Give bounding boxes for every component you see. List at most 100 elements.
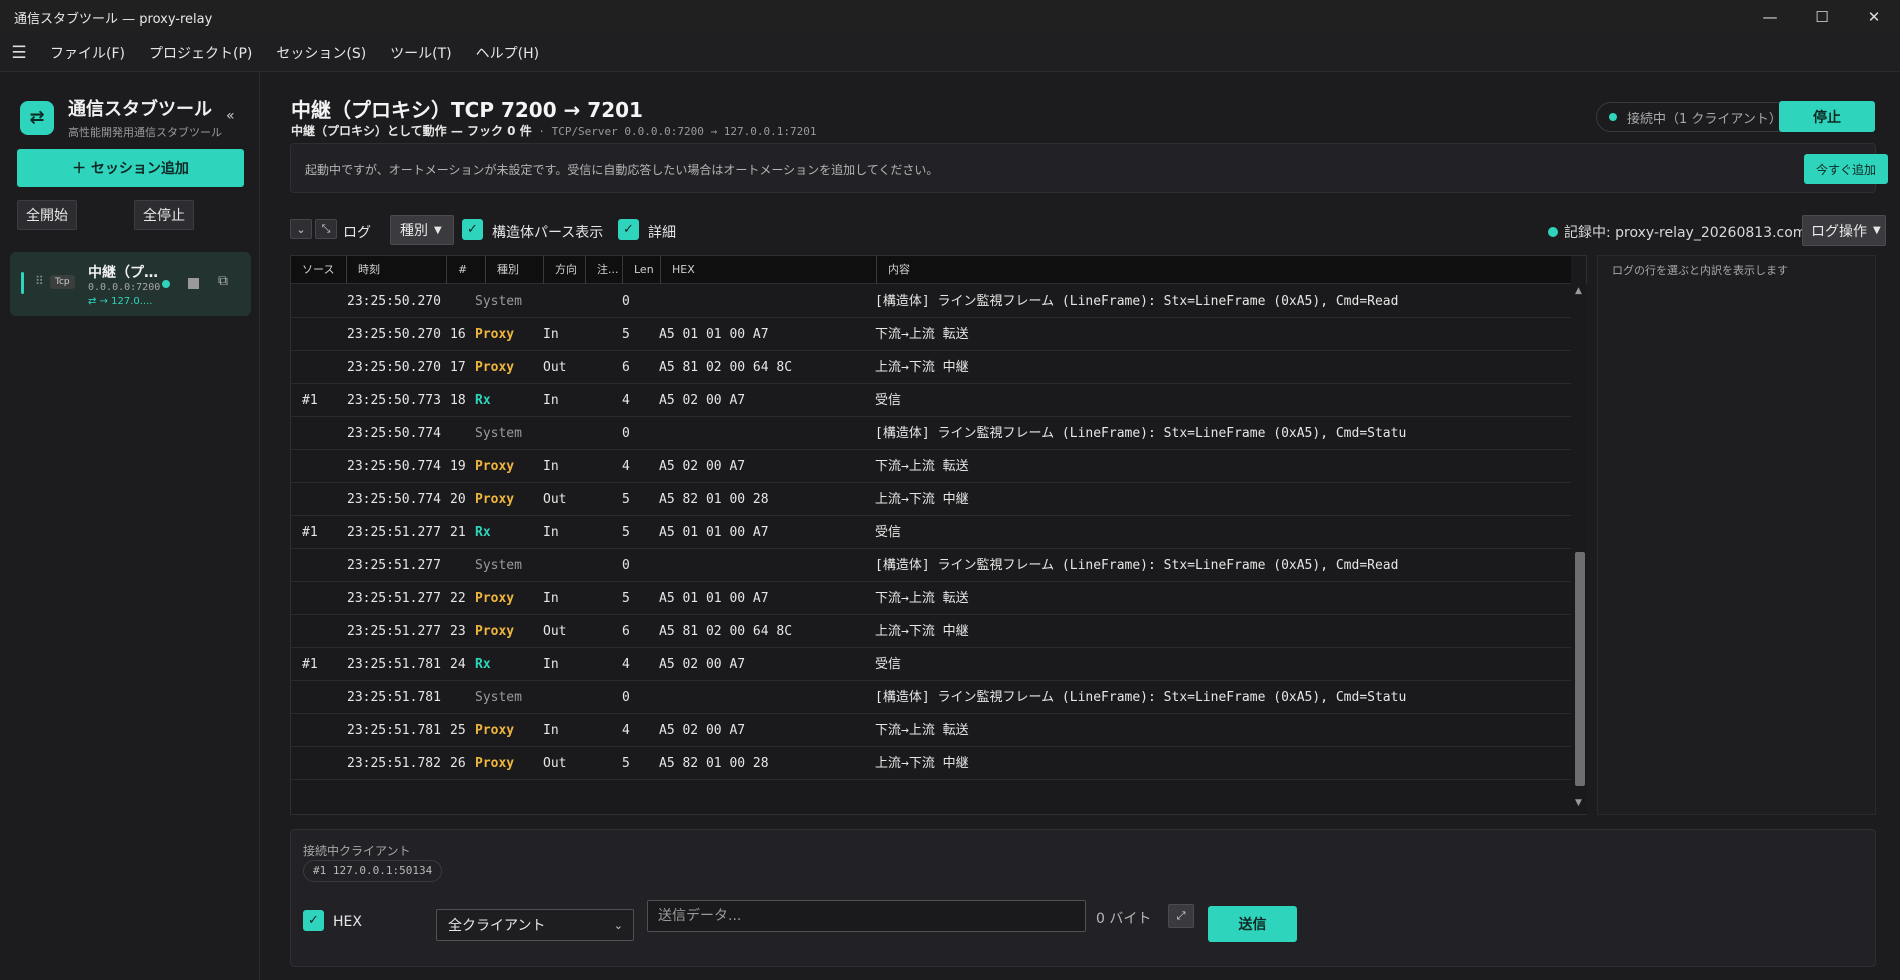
detail-label: 詳細 [648,225,676,241]
cell-direction: Out [543,624,567,639]
cell-content: [構造体] ライン監視フレーム (LineFrame): Stx=LineFra… [875,426,1407,441]
cell-kind: System [475,558,522,573]
table-row[interactable]: #1 23:25:51.277 21 Rx In 5 A5 01 01 00 A7 受信 [291,516,1571,549]
col-number[interactable]: # [447,256,486,284]
cell-source [302,549,342,582]
cell-time: 23:25:50.774 [347,426,441,441]
cell-note [587,351,621,384]
duplicate-icon[interactable]: ⧉ [218,273,228,289]
cell-hex: A5 02 00 A7 [659,393,746,408]
cell-note [587,417,621,450]
table-row[interactable]: #1 23:25:51.781 24 Rx In 4 A5 02 00 A7 受信 [291,648,1571,681]
cell-time: 23:25:51.782 [347,756,441,771]
table-row[interactable]: 23:25:51.781 System 0 [構造体] ライン監視フレーム (Line… [291,681,1571,714]
menu-tools[interactable]: ツール(T) [378,43,463,63]
detail-panel: ログの行を選ぶと内訳を表示します [1597,255,1876,815]
col-hex[interactable]: HEX [661,256,877,284]
table-row[interactable]: 23:25:50.270 System 0 [構造体] ライン監視フレーム (Line… [291,285,1571,318]
kind-filter-dropdown[interactable]: 種別 ▼ [390,215,454,245]
table-row[interactable]: 23:25:51.277 22 Proxy In 5 A5 01 01 00 A7 下流→上… [291,582,1571,615]
menu-session[interactable]: セッション(S) [264,43,378,63]
add-automation-button[interactable]: 今すぐ追加 [1804,154,1888,184]
maximize-icon[interactable]: ☐ [1796,0,1848,34]
table-row[interactable]: 23:25:51.782 26 Proxy Out 5 A5 82 01 00 28 上流→… [291,747,1571,780]
table-row[interactable]: #1 23:25:50.773 18 Rx In 4 A5 02 00 A7 受信 [291,384,1571,417]
send-button[interactable]: 送信 [1208,906,1297,942]
table-row[interactable]: 23:25:51.277 System 0 [構造体] ライン監視フレーム (Line… [291,549,1571,582]
client-chip[interactable]: #1 127.0.0.1:50134 [303,860,443,882]
col-kind[interactable]: 種別 [486,256,544,284]
send-data-input[interactable] [647,900,1086,932]
cell-time: 23:25:50.774 [347,459,441,474]
cell-direction: Out [543,360,567,375]
cell-len: 0 [622,294,630,309]
hamburger-icon[interactable]: ☰ [0,43,38,63]
log-scrollbar[interactable]: ▲ ▼ [1572,284,1587,814]
clients-label: 接続中クライアント [303,844,411,858]
status-dot [1609,113,1617,121]
cell-content: 下流→上流 転送 [875,723,969,738]
close-icon[interactable]: ✕ [1848,0,1900,34]
drag-handle-icon[interactable]: ⠿ [35,274,44,288]
menu-file[interactable]: ファイル(F) [38,43,137,63]
session-name: 中継（プ… [88,265,158,281]
add-session-button[interactable]: ＋ セッション追加 [17,149,244,187]
collapse-sidebar-icon[interactable]: « [226,108,235,124]
table-row[interactable]: 23:25:51.781 25 Proxy In 4 A5 02 00 A7 下流→上流 転… [291,714,1571,747]
cell-time: 23:25:51.277 [347,525,441,540]
sidebar: ⇄ 通信スタブツール 高性能開発用通信スタブツール « ＋ セッション追加 全開… [0,72,260,980]
table-row[interactable]: 23:25:51.277 23 Proxy Out 6 A5 81 02 00 64 8C… [291,615,1571,648]
cell-direction [543,417,585,450]
menu-project[interactable]: プロジェクト(P) [137,43,264,63]
stop-square-icon[interactable] [188,278,199,289]
cell-note [587,681,621,714]
table-row[interactable]: 23:25:50.270 17 Proxy Out 6 A5 81 02 00 64 8C… [291,351,1571,384]
hex-checkbox[interactable]: ✓ [303,910,324,931]
cell-note [587,582,621,615]
log-ops-dropdown[interactable]: ログ操作 ▼ [1802,215,1886,246]
detail-checkbox[interactable]: ✓ [618,219,639,240]
scroll-up-icon[interactable]: ▲ [1575,286,1582,296]
menu-help[interactable]: ヘルプ(H) [464,43,551,63]
cell-direction: In [543,657,559,672]
session-item[interactable]: ⠿ Tcp 中継（プ… 0.0.0.0:7200 ⇄ → 127.0.... ⧉ [10,252,251,316]
cell-note [587,450,621,483]
collapse-arrows-icon[interactable]: ⤡ [315,219,337,239]
chevron-down-icon[interactable]: ⌄ [290,219,312,239]
cell-note [587,483,621,516]
col-source[interactable]: ソース [291,256,347,284]
cell-time: 23:25:51.781 [347,723,441,738]
minimize-icon[interactable]: — [1744,0,1796,34]
cell-source [302,681,342,714]
struct-parse-checkbox[interactable]: ✓ [462,219,483,240]
cell-direction [543,549,585,582]
col-direction[interactable]: 方向 [544,256,586,284]
table-row[interactable]: 23:25:50.774 20 Proxy Out 5 A5 82 01 00 28 上流→… [291,483,1571,516]
col-time[interactable]: 時刻 [347,256,447,284]
cell-note [587,285,621,318]
target-client-select[interactable]: 全クライアント ⌄ [436,909,634,941]
cell-kind: System [475,690,522,705]
table-row[interactable]: 23:25:50.774 System 0 [構造体] ライン監視フレーム (Line… [291,417,1571,450]
cell-time: 23:25:51.781 [347,657,441,672]
cell-source [302,615,342,648]
scroll-down-icon[interactable]: ▼ [1575,798,1582,808]
cell-content: 下流→上流 転送 [875,591,969,606]
col-note[interactable]: 注... [586,256,623,284]
session-status-dot [162,280,170,288]
stop-all-button[interactable]: 全停止 [134,200,194,230]
col-len[interactable]: Len [623,256,661,284]
expand-editor-icon[interactable]: ⤢ [1168,904,1194,928]
chevron-down-icon: ▼ [434,224,442,236]
cell-direction: In [543,459,559,474]
col-content[interactable]: 内容 [877,256,1307,284]
cell-note [587,615,621,648]
table-row[interactable]: 23:25:50.774 19 Proxy In 4 A5 02 00 A7 下流→上流 転… [291,450,1571,483]
cell-time: 23:25:50.774 [347,492,441,507]
table-row[interactable]: 23:25:50.270 16 Proxy In 5 A5 01 01 00 A7 下流→上… [291,318,1571,351]
stop-button[interactable]: 停止 [1779,101,1875,132]
cell-source [302,318,342,351]
cell-content: 上流→下流 中継 [875,360,969,375]
start-all-button[interactable]: 全開始 [17,200,77,230]
scrollbar-thumb[interactable] [1575,552,1585,786]
